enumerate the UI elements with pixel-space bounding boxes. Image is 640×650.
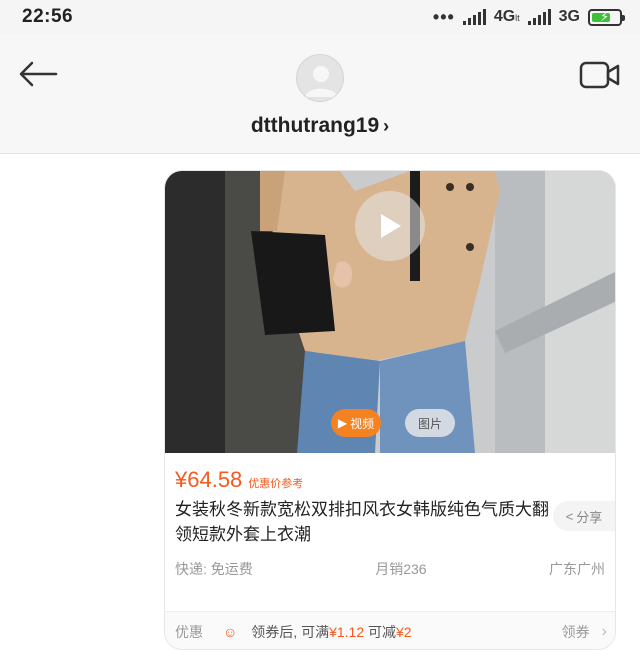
- share-icon: <: [565, 508, 574, 524]
- signal-icon: [462, 9, 486, 25]
- status-indicators: ••• 4Glt 3G ⚡: [432, 7, 625, 27]
- price-row: ¥64.58 优惠价参考: [175, 467, 303, 493]
- tab-video[interactable]: ▶ 视频: [331, 409, 381, 437]
- chevron-right-icon: ›: [601, 622, 607, 640]
- tab-image-label: 图片: [417, 416, 442, 431]
- avatar[interactable]: [296, 54, 344, 102]
- status-bar: 22:56 ••• 4Glt 3G ⚡: [0, 0, 640, 34]
- tab-image[interactable]: 图片: [405, 409, 455, 437]
- shipping-info: 快递: 免运费: [175, 561, 253, 577]
- product-photo[interactable]: ▶ 视频 图片: [165, 171, 615, 453]
- claim-coupon-button[interactable]: 领券: [562, 622, 590, 642]
- network-label-4g: 4Glt: [493, 8, 520, 25]
- back-button[interactable]: [16, 56, 60, 92]
- tab-video-label: 视频: [350, 416, 375, 431]
- profile-username[interactable]: dtthutrang19 ›: [0, 114, 640, 138]
- monthly-sales: 月销236: [375, 561, 427, 577]
- signal-icon-2: [527, 9, 551, 25]
- seller-location: 广东广州: [548, 561, 605, 577]
- username-label: dtthutrang19: [250, 114, 380, 137]
- play-icon: [381, 214, 401, 238]
- network-label-3g: 3G: [558, 8, 580, 25]
- play-small-icon: ▶: [337, 416, 348, 430]
- coupon-text: 领券后, 可满¥1.12 可减¥2: [251, 623, 412, 640]
- chat-header: dtthutrang19 ›: [0, 34, 640, 154]
- coupon-label: 优惠: [175, 623, 203, 640]
- play-video-button[interactable]: [355, 191, 425, 261]
- share-button[interactable]: < 分享: [553, 501, 615, 531]
- price-note: 优惠价参考: [248, 478, 304, 490]
- back-arrow-icon: [19, 61, 58, 87]
- video-call-button[interactable]: [578, 58, 622, 92]
- product-price: ¥64.58: [175, 467, 243, 492]
- coupon-icon: ☺: [223, 623, 238, 640]
- battery-icon: ⚡: [588, 8, 625, 26]
- product-title[interactable]: 女装秋冬新款宽松双排扣风衣女韩版纯色气质大翻领短款外套上衣潮: [175, 497, 551, 547]
- shared-product-card[interactable]: ▶ 视频 图片 ¥64.58 优惠价参考 女装秋冬新款宽松双排扣风衣女韩版纯色气…: [164, 170, 616, 650]
- product-meta: 快递: 免运费 月销236 广东广州: [175, 559, 605, 579]
- status-time: 22:56: [22, 6, 74, 27]
- share-label: 分享: [576, 509, 603, 525]
- video-camera-icon: [579, 61, 620, 89]
- notification-dots-icon: •••: [432, 7, 455, 27]
- coupon-row[interactable]: 优惠 ☺ 领券后, 可满¥1.12 可减¥2 领券 ›: [165, 611, 615, 649]
- chevron-right-icon: ›: [383, 116, 390, 136]
- default-avatar-icon: [305, 66, 337, 97]
